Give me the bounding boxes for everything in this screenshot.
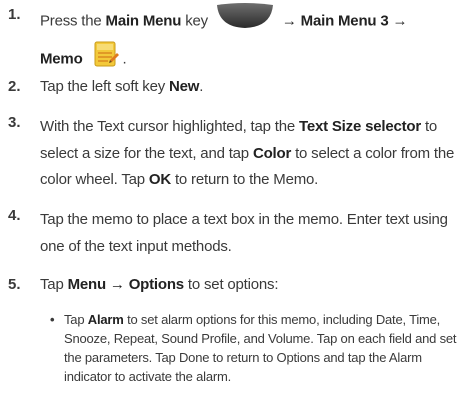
step-5: 5. Tap Menu → Options to set options: [0, 276, 474, 302]
step-text: With the Text cursor highlighted, tap th… [40, 118, 296, 135]
alarm-bullet: • Tap Alarm to set alarm options for thi… [0, 310, 474, 390]
alarm-label: Alarm [87, 312, 124, 327]
arrow: → [392, 12, 408, 30]
step-text: to return to the Memo. [174, 171, 319, 189]
manual-page: 1. Press the Main Menu key → Main Menu 3 [0, 0, 474, 395]
main-menu-key-label: Main Menu [105, 12, 182, 30]
step-number: 4. [8, 207, 21, 224]
color-label: Color [252, 144, 292, 162]
arrow: → [281, 12, 297, 30]
step-number: 2. [8, 78, 21, 95]
step-text: Press the [40, 12, 102, 30]
period: . [122, 50, 127, 68]
step-number: 3. [8, 114, 21, 131]
main-menu-key-icon [216, 3, 274, 40]
step-text: key [185, 12, 208, 30]
step-number: 5. [8, 276, 21, 293]
step-3: 3. With the Text cursor highlighted, tap… [0, 114, 474, 194]
menu-label: Menu [67, 276, 107, 293]
period: . [199, 78, 204, 95]
memo-label: Memo [40, 50, 83, 68]
step-4: 4. Tap the memo to place a text box in t… [0, 207, 474, 261]
bullet-dot: • [50, 312, 55, 327]
main-menu-3-label: Main Menu 3 [300, 12, 389, 30]
step-text: Tap the memo to place a text box in the … [40, 211, 448, 255]
step-number: 1. [8, 6, 21, 23]
new-key-label: New [169, 78, 200, 95]
text-size-selector-label: Text Size selector [298, 118, 421, 135]
options-label: Options [128, 276, 184, 293]
arrow: → [109, 276, 125, 293]
memo-icon [93, 40, 119, 79]
step-text: Tap [40, 276, 64, 293]
step-text: Tap the left soft key [40, 78, 166, 95]
step-1: 1. Press the Main Menu key → Main Menu 3 [0, 3, 474, 67]
step-2: 2. Tap the left soft key New. [0, 78, 474, 104]
bullet-text: Tap [64, 312, 85, 327]
ok-label: OK [148, 171, 171, 189]
step-text: to set options: [187, 276, 279, 293]
